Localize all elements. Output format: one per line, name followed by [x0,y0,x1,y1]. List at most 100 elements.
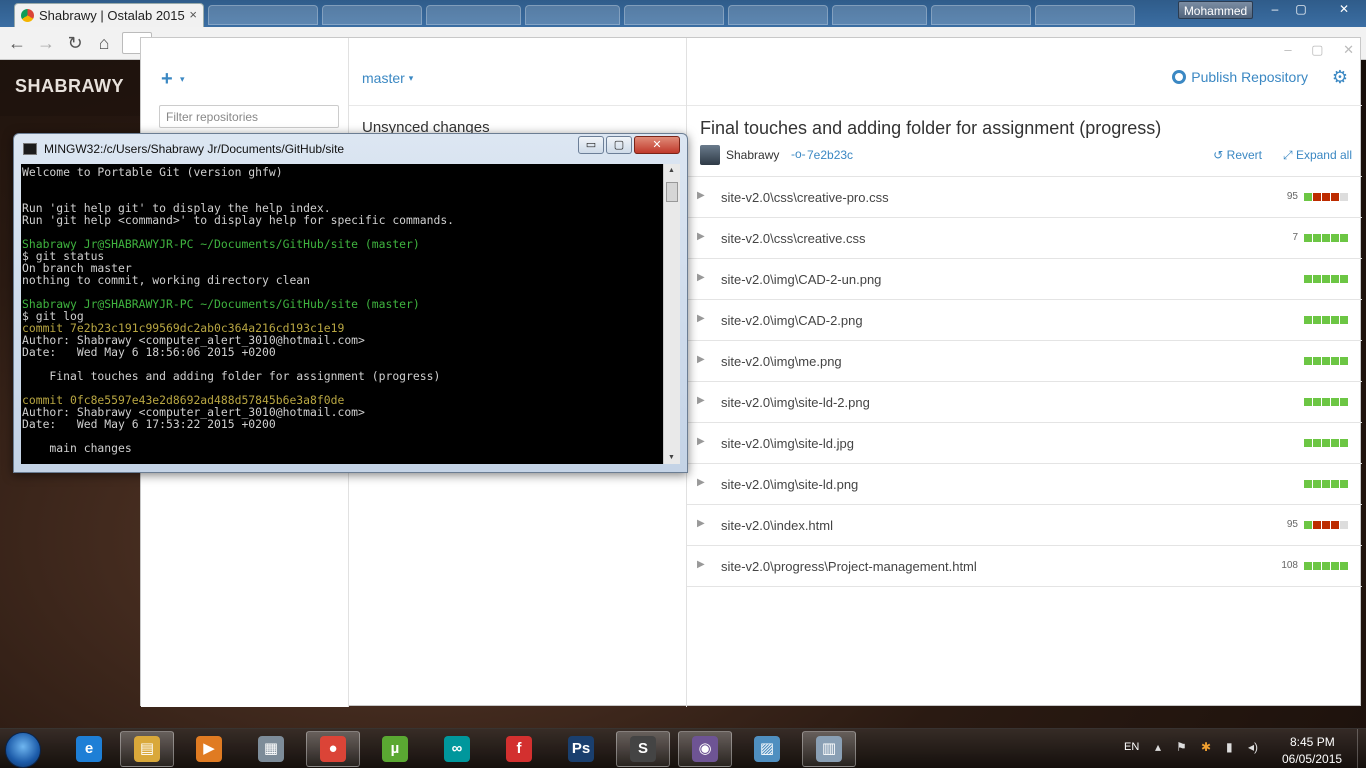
maximize-icon[interactable]: ▢ [606,136,632,154]
clock-date[interactable]: 06/05/2015 [1282,752,1342,766]
changed-file-row[interactable]: ▶ site-v2.0\img\site-ld.jpg [687,423,1362,464]
tab-background[interactable] [728,5,828,25]
tab-background[interactable] [624,5,724,25]
filter-repositories-input[interactable] [159,105,339,128]
commit-sha-link[interactable]: 7e2b23c [807,148,853,162]
chevron-down-icon[interactable]: ▾ [180,74,185,85]
chevron-right-icon[interactable]: ▶ [697,518,705,529]
utorrent-icon: µ [382,736,408,762]
change-count: 108 [1281,560,1298,571]
changed-file-row[interactable]: ▶ site-v2.0\css\creative.css 7 [687,218,1362,259]
scroll-up-icon[interactable]: ▲ [668,167,675,174]
taskbar-github-desktop[interactable]: ◉ [678,731,732,767]
diffstat [1304,316,1348,324]
tab-close-icon[interactable]: × [189,7,197,22]
commit-author: Shabrawy [726,148,780,162]
scroll-down-icon[interactable]: ▼ [668,454,675,461]
maximize-icon[interactable]: ▢ [1311,42,1323,58]
taskbar-photo-viewer[interactable]: ▨ [740,731,794,767]
close-icon[interactable]: ✕ [1326,1,1362,19]
clock-time[interactable]: 8:45 PM [1290,735,1335,749]
taskbar-chrome[interactable]: ● [306,731,360,767]
tab-background[interactable] [525,5,620,25]
add-repository-button[interactable]: + [161,68,173,91]
language-indicator[interactable]: EN [1124,741,1139,753]
diffstat-block [1304,316,1312,324]
diffstat-block [1322,316,1330,324]
github-icon [1172,70,1187,84]
taskbar-photoshop[interactable]: Ps [554,731,608,767]
tab-background[interactable] [426,5,521,25]
changed-file-row[interactable]: ▶ site-v2.0\progress\Project-management.h… [687,546,1362,587]
close-icon[interactable]: ✕ [634,136,680,154]
revert-button[interactable]: ↺ Revert [1213,148,1262,162]
close-icon[interactable]: ✕ [1343,42,1354,58]
show-hidden-icons-icon[interactable]: ▴ [1155,740,1161,754]
taskbar-foxit[interactable]: f [492,731,546,767]
minimize-icon[interactable]: ▭ [578,136,604,154]
changed-file-row[interactable]: ▶ site-v2.0\img\CAD-2.png [687,300,1362,341]
scrollbar-thumb[interactable] [666,182,678,202]
volume-icon[interactable]: ◂) [1248,740,1258,754]
changed-file-row[interactable]: ▶ site-v2.0\img\site-ld-2.png [687,382,1362,423]
forward-icon[interactable]: → [34,32,58,56]
branch-selector[interactable]: master ▾ [362,70,413,86]
chevron-right-icon[interactable]: ▶ [697,231,705,242]
diffstat-block [1304,357,1312,365]
site-brand[interactable]: SHABRAWY [15,76,124,97]
tab-background[interactable] [322,5,422,25]
changed-file-row[interactable]: ▶ site-v2.0\css\creative-pro.css 95 [687,177,1362,218]
file-path: site-v2.0\index.html [721,518,833,533]
publish-repository-button[interactable]: Publish Repository [1172,69,1308,85]
taskbar-calculator[interactable]: ▦ [244,731,298,767]
taskbar-internet-explorer[interactable]: e [62,731,116,767]
tab-background[interactable] [931,5,1031,25]
minimize-icon[interactable]: – [1284,42,1291,57]
diffstat [1304,521,1348,529]
show-desktop-button[interactable] [1357,729,1366,768]
tab-active[interactable]: Shabrawy | Ostalab 2015 × [14,3,204,27]
reload-icon[interactable]: ↻ [63,32,87,56]
battery-icon[interactable]: ▮ [1226,740,1233,754]
minimize-icon[interactable]: – [1262,1,1288,19]
scrollbar[interactable]: ▲ ▼ [663,164,680,464]
chevron-right-icon[interactable]: ▶ [697,313,705,324]
diffstat-block [1313,193,1321,201]
maximize-icon[interactable]: ▢ [1288,1,1314,19]
start-button[interactable] [5,732,41,768]
taskbar-sublime-text[interactable]: S [616,731,670,767]
os-user-button[interactable]: Mohammed [1178,1,1253,19]
expand-all-button[interactable]: ⤢ Expand all [1283,148,1352,163]
changed-file-row[interactable]: ▶ site-v2.0\img\me.png [687,341,1362,382]
changed-file-row[interactable]: ▶ site-v2.0\img\site-ld.png [687,464,1362,505]
home-icon[interactable]: ⌂ [92,32,116,56]
chevron-right-icon[interactable]: ▶ [697,559,705,570]
chevron-right-icon[interactable]: ▶ [697,354,705,365]
terminal-output[interactable]: Welcome to Portable Git (version ghfw) Ru… [21,164,663,464]
chevron-right-icon[interactable]: ▶ [697,477,705,488]
foxit-icon: f [506,736,532,762]
terminal-icon [23,143,37,155]
action-center-flag-icon[interactable]: ⚑ [1176,740,1187,754]
gear-icon[interactable]: ⚙ [1332,67,1348,88]
taskbar-document-viewer[interactable]: ▥ [802,731,856,767]
taskbar-media-player[interactable]: ▶ [182,731,236,767]
taskbar-arduino[interactable]: ∞ [430,731,484,767]
media-player-icon: ▶ [196,736,222,762]
network-icon[interactable]: ✱ [1201,740,1211,754]
diffstat-block [1304,275,1312,283]
terminal-line: Shabrawy Jr@SHABRAWYJR-PC ~/Documents/Gi… [22,297,420,311]
taskbar-file-explorer[interactable]: ▤ [120,731,174,767]
chevron-right-icon[interactable]: ▶ [697,436,705,447]
tab-background[interactable] [832,5,927,25]
diffstat-block [1331,193,1339,201]
taskbar-utorrent[interactable]: µ [368,731,422,767]
chevron-right-icon[interactable]: ▶ [697,272,705,283]
chevron-right-icon[interactable]: ▶ [697,190,705,201]
tab-background[interactable] [1035,5,1135,25]
changed-file-row[interactable]: ▶ site-v2.0\index.html 95 [687,505,1362,546]
tab-background[interactable] [208,5,318,25]
back-icon[interactable]: ← [5,32,29,56]
changed-file-row[interactable]: ▶ site-v2.0\img\CAD-2-un.png [687,259,1362,300]
chevron-right-icon[interactable]: ▶ [697,395,705,406]
